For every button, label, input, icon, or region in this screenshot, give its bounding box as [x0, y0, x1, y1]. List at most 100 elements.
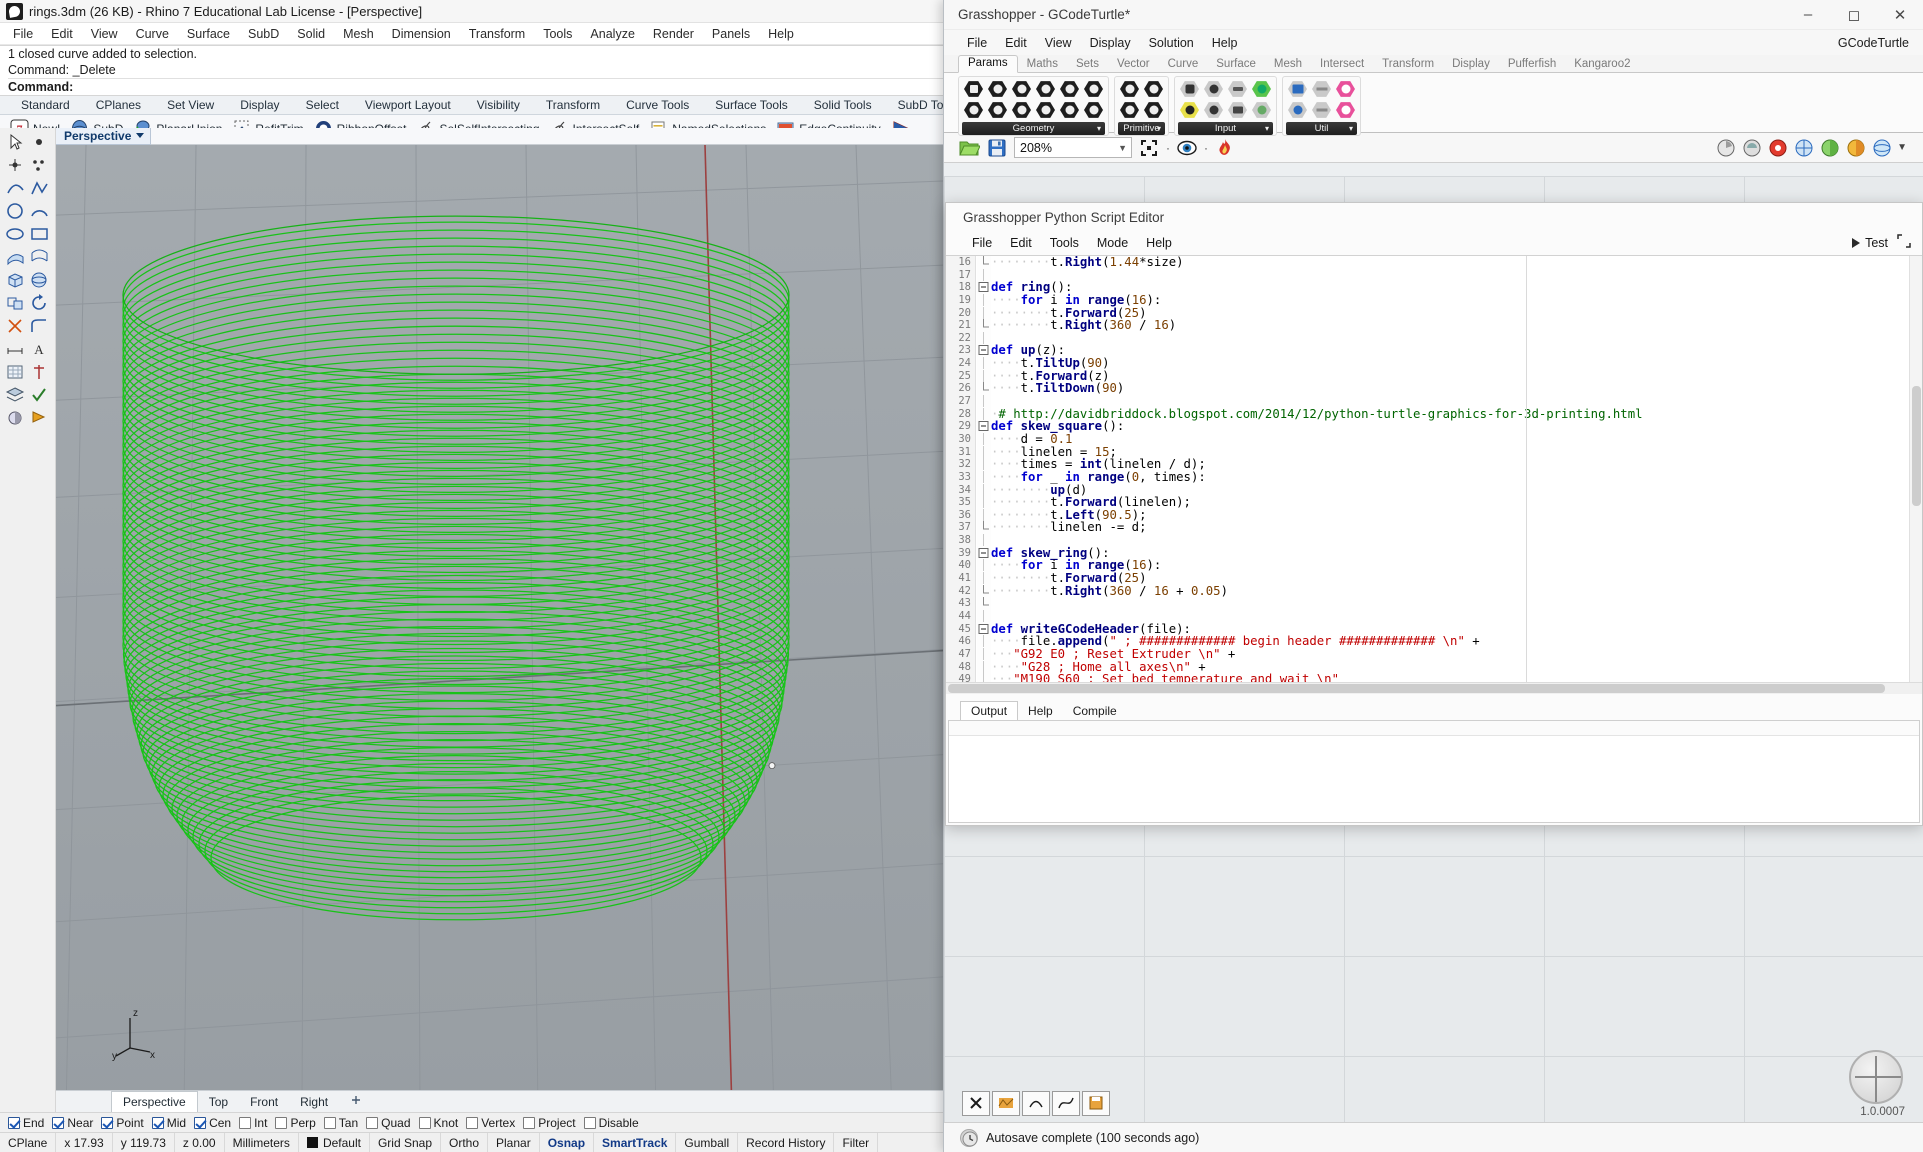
box-icon[interactable] — [5, 270, 26, 290]
grasshopper-ribbon[interactable]: Geometry ▾ Primitive ▾ — [944, 73, 1923, 133]
rhino-tab-transform[interactable]: Transform — [533, 96, 613, 114]
gh-tab-maths[interactable]: Maths — [1018, 57, 1067, 72]
dimension-icon[interactable] — [5, 339, 26, 359]
python-output-panel[interactable] — [948, 720, 1920, 823]
left-tool-row[interactable] — [0, 224, 55, 244]
bake-util-icon[interactable] — [1334, 100, 1357, 120]
code-horizontal-scrollbar[interactable] — [946, 682, 1922, 694]
ribbon-group-geometry-label[interactable]: Geometry ▾ — [962, 122, 1105, 135]
zoom-control[interactable]: ▼ — [1014, 137, 1132, 158]
transform-icon[interactable] — [5, 293, 26, 313]
status-layer[interactable]: Default — [299, 1133, 370, 1152]
gh-tab-curve[interactable]: Curve — [1159, 57, 1208, 72]
fold-marker-start[interactable] — [977, 344, 991, 357]
rhino-tab-standard[interactable]: Standard — [8, 96, 83, 114]
viewport-tab-right[interactable]: Right — [289, 1093, 339, 1111]
code-line[interactable]: ········t.Right(360 / 16 + 0.05) — [991, 585, 1922, 598]
code-line[interactable]: ········t.Right(1.44*size) — [991, 256, 1922, 269]
geometry-component-grid[interactable] — [962, 79, 1105, 120]
rhino-menu-solid[interactable]: Solid — [288, 25, 334, 43]
points-icon[interactable] — [29, 155, 50, 175]
scrollbar-thumb[interactable] — [948, 684, 1885, 693]
left-tool-row[interactable] — [0, 293, 55, 313]
code-line[interactable]: ····d = 0.1 — [991, 433, 1922, 446]
layers-icon[interactable] — [5, 385, 26, 405]
grid-icon[interactable] — [5, 362, 26, 382]
rhino-menu-help[interactable]: Help — [759, 25, 803, 43]
rotate-icon[interactable] — [29, 293, 50, 313]
arrow-select-icon[interactable] — [5, 132, 26, 152]
rhino-statusbar[interactable]: CPlane x 17.93 y 119.73 z 0.00 Millimete… — [0, 1132, 943, 1152]
rhino-left-toolbar[interactable]: A — [0, 128, 56, 1112]
gradient-icon[interactable] — [992, 1091, 1020, 1116]
code-line[interactable]: ····t.TiltUp(90) — [991, 357, 1922, 370]
rhino-menu-file[interactable]: File — [4, 25, 42, 43]
osnap-cen[interactable]: Cen — [194, 1116, 237, 1130]
code-line[interactable]: ·# http://davidbriddock.blogspot.com/201… — [991, 408, 1922, 421]
rhino-menu-transform[interactable]: Transform — [460, 25, 535, 43]
rhino-tab-solid-tools[interactable]: Solid Tools — [801, 96, 885, 114]
ribbon-group-primitive[interactable]: Primitive ▾ — [1114, 76, 1169, 136]
fold-marker-bar[interactable] — [977, 597, 991, 610]
py-menu-help[interactable]: Help — [1137, 234, 1181, 252]
group-expand-icon[interactable]: ▾ — [1157, 124, 1161, 133]
left-tool-row[interactable] — [0, 155, 55, 175]
grasshopper-toolbar[interactable]: ▼ · · ▼ — [944, 133, 1923, 163]
group-expand-icon[interactable]: ▾ — [1349, 124, 1353, 133]
viewport-tab-perspective[interactable]: Perspective — [111, 1091, 198, 1112]
chevron-down-icon[interactable]: ▼ — [1118, 143, 1127, 153]
command-prompt[interactable]: Command: — [8, 78, 943, 95]
gh-tab-pufferfish[interactable]: Pufferfish — [1499, 57, 1565, 72]
cluster-util-icon[interactable] — [1286, 100, 1309, 120]
rhino-menu-view[interactable]: View — [82, 25, 127, 43]
data-util-icon[interactable] — [1334, 79, 1357, 99]
rhino-menu-edit[interactable]: Edit — [42, 25, 82, 43]
gh-tab-surface[interactable]: Surface — [1207, 57, 1265, 72]
slider-input-icon[interactable] — [1226, 79, 1249, 99]
code-fold-margin[interactable] — [977, 256, 991, 694]
py-tab-output[interactable]: Output — [960, 701, 1018, 720]
expand-icon[interactable] — [1896, 233, 1912, 254]
left-tool-row[interactable] — [0, 408, 55, 428]
gh-tab-vector[interactable]: Vector — [1108, 57, 1159, 72]
bake-flame-icon[interactable] — [1214, 137, 1236, 159]
param-plane-icon[interactable] — [1034, 100, 1057, 120]
fold-marker-start[interactable] — [977, 623, 991, 636]
param-vector-icon[interactable] — [962, 100, 985, 120]
osnap-knot[interactable]: Knot — [419, 1116, 465, 1130]
left-tool-row[interactable] — [0, 362, 55, 382]
ellipse-icon[interactable] — [5, 224, 26, 244]
osnap-int[interactable]: Int — [239, 1116, 273, 1130]
code-line[interactable]: ····t.Forward(z) — [991, 370, 1922, 383]
arc-icon[interactable] — [29, 201, 50, 221]
graph-mapper-icon[interactable] — [1178, 100, 1201, 120]
input-component-grid[interactable] — [1178, 79, 1273, 120]
left-tool-row[interactable] — [0, 178, 55, 198]
fillet-icon[interactable] — [29, 316, 50, 336]
status-planar[interactable]: Planar — [488, 1133, 540, 1152]
code-line[interactable] — [991, 534, 1922, 547]
py-menu-edit[interactable]: Edit — [1001, 234, 1041, 252]
param-box-icon[interactable] — [1082, 79, 1105, 99]
left-tool-row[interactable] — [0, 132, 55, 152]
osnap-project[interactable]: Project — [523, 1116, 581, 1130]
osnap-disable[interactable]: Disable — [584, 1116, 645, 1130]
rectangle-icon[interactable] — [29, 224, 50, 244]
rhino-menu-surface[interactable]: Surface — [178, 25, 239, 43]
viewport-tabs[interactable]: Perspective Top Front Right — [56, 1090, 943, 1112]
code-line[interactable]: def skew_square(): — [991, 420, 1922, 433]
rhino-menubar[interactable]: File Edit View Curve Surface SubD Solid … — [0, 23, 943, 45]
render-icon[interactable] — [5, 408, 26, 428]
param-circle-icon[interactable] — [986, 100, 1009, 120]
gh-menu-file[interactable]: File — [958, 34, 996, 52]
trim-icon[interactable] — [5, 316, 26, 336]
analysis-icon[interactable] — [29, 362, 50, 382]
zoom-input[interactable] — [1014, 137, 1132, 158]
gh-tab-intersect[interactable]: Intersect — [1311, 57, 1373, 72]
left-tool-row[interactable] — [0, 270, 55, 290]
ribbon-group-primitive-label[interactable]: Primitive ▾ — [1118, 122, 1165, 135]
status-ortho[interactable]: Ortho — [441, 1133, 488, 1152]
gh-menu-display[interactable]: Display — [1081, 34, 1140, 52]
jump-util-icon[interactable] — [1310, 100, 1333, 120]
close-x-icon[interactable] — [962, 1091, 990, 1116]
